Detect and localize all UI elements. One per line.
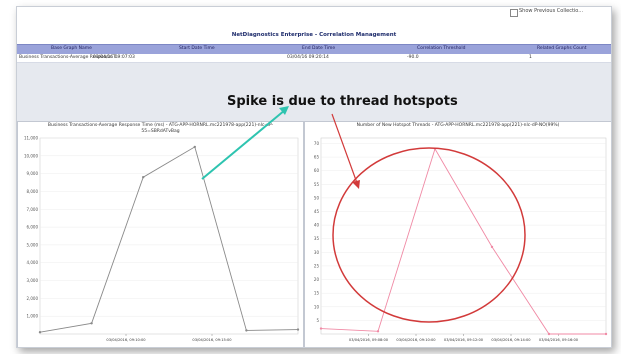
- col-related-graphs-count[interactable]: Related Graphs Count: [537, 46, 586, 51]
- right-chart-y-tick-label: 20: [314, 277, 320, 282]
- left-chart-data-point: [193, 145, 196, 149]
- right-chart-y-tick-label: 70: [314, 141, 320, 146]
- left-chart-data-point: [245, 329, 248, 332]
- right-chart-data-point: [376, 330, 380, 333]
- right-chart-data-point: [604, 332, 608, 336]
- right-chart-y-tick-label: 10: [314, 304, 320, 309]
- left-chart-x-tick-label: 03/04/2016, 09:15:00: [192, 338, 232, 342]
- right-chart-y-tick-label: 15: [314, 291, 320, 296]
- right-chart-x-tick-label: 03/04/2016, 09:14:00: [491, 338, 531, 342]
- col-start-date-time[interactable]: Start Date Time: [179, 46, 215, 51]
- col-base-graph-name[interactable]: Base Graph Name: [51, 46, 92, 51]
- right-chart-x-tick-label: 03/04/2016, 09:08:00: [349, 338, 389, 342]
- annotation-text: Spike is due to thread hotspots: [227, 94, 458, 109]
- show-previous-checkbox[interactable]: [510, 9, 518, 17]
- right-chart-x-tick-label: 03/04/2016, 09:12:00: [444, 338, 484, 342]
- cell-start: 03/04/16 09:07:03: [93, 55, 135, 60]
- right-chart-y-tick-label: 45: [314, 209, 320, 214]
- left-chart-y-tick-label: 6,000: [27, 225, 39, 230]
- left-chart-data-point: [90, 322, 93, 325]
- right-chart-series-line: [320, 147, 606, 335]
- page-title: NetDiagnostics Enterprise - Correlation …: [231, 32, 397, 38]
- right-chart-plot-area: [320, 137, 607, 335]
- left-chart-series-line: [39, 146, 299, 333]
- left-chart-y-tick-label: 2,000: [27, 296, 39, 301]
- right-chart-y-tick-label: 50: [314, 195, 320, 200]
- right-chart-panel: Number of New Hotspot Threads - ATG-APP-…: [304, 121, 611, 347]
- table-empty-area: [17, 63, 611, 121]
- right-chart-data-point: [490, 245, 494, 249]
- left-chart-panel: Business Transactions-Average Response T…: [17, 121, 304, 347]
- left-chart-y-tick-label: 10,000: [24, 153, 38, 158]
- cell-end: 03/04/16 09:20:14: [287, 55, 329, 60]
- left-chart-y-tick-label: 3,000: [27, 278, 39, 283]
- right-chart-y-tick-label: 25: [314, 263, 320, 268]
- left-chart-data-point: [142, 176, 145, 179]
- right-chart-y-tick-label: 55: [314, 182, 320, 187]
- cell-related-count: 1: [529, 55, 532, 60]
- right-chart-y-tick-label: 65: [314, 155, 320, 160]
- top-bar: Show Previous Collectio...: [17, 7, 611, 21]
- left-chart-y-tick-label: 1,000: [27, 314, 39, 319]
- right-chart-y-tick-label: 60: [314, 168, 320, 173]
- left-chart: 11,000 10,000 9,000 8,000 7,000 6,000 5,000 4,0…: [24, 136, 300, 342]
- cell-threshold: -90.0: [407, 55, 419, 60]
- right-chart-y-tick-label: 5: [316, 318, 319, 323]
- col-correlation-threshold[interactable]: Correlation Threshold: [417, 46, 465, 51]
- left-chart-data-point: [38, 331, 42, 334]
- left-chart-data-point: [296, 328, 300, 331]
- right-chart-x-tick-label: 03/04/2016, 09:10:00: [396, 338, 436, 342]
- right-chart-data-point: [319, 327, 323, 330]
- col-end-date-time[interactable]: End Date Time: [302, 46, 335, 51]
- right-chart-x-tick-label: 03/04/2016, 09:16:00: [539, 338, 579, 342]
- show-previous-label: Show Previous Collectio...: [519, 8, 584, 14]
- left-chart-y-tick-label: 8,000: [27, 189, 39, 194]
- left-chart-plot-area: [39, 137, 299, 335]
- table-row[interactable]: Business Transactions-Average Response T…: [17, 54, 611, 63]
- left-chart-y-tick-label: 4,000: [27, 260, 39, 265]
- right-chart-data-point: [547, 332, 551, 336]
- right-chart: 70 65 60 55 50 45 40 35 30 25 20 15 10 5 03/04/2016, 0…: [314, 137, 608, 342]
- left-chart-y-tick-label: 9,000: [27, 171, 39, 176]
- right-chart-y-tick-label: 35: [314, 236, 320, 241]
- left-chart-y-tick-label: 7,000: [27, 207, 39, 212]
- right-chart-y-tick-label: 30: [314, 250, 320, 255]
- correlation-management-window: Show Previous Collectio... NetDiagnostic…: [16, 6, 612, 348]
- right-chart-data-point: [433, 147, 437, 151]
- right-chart-y-tick-label: 40: [314, 223, 320, 228]
- left-chart-x-tick-label: 03/04/2016, 09:10:00: [106, 338, 146, 342]
- left-chart-y-tick-label: 5,000: [27, 242, 39, 247]
- left-chart-y-tick-label: 11,000: [24, 136, 38, 141]
